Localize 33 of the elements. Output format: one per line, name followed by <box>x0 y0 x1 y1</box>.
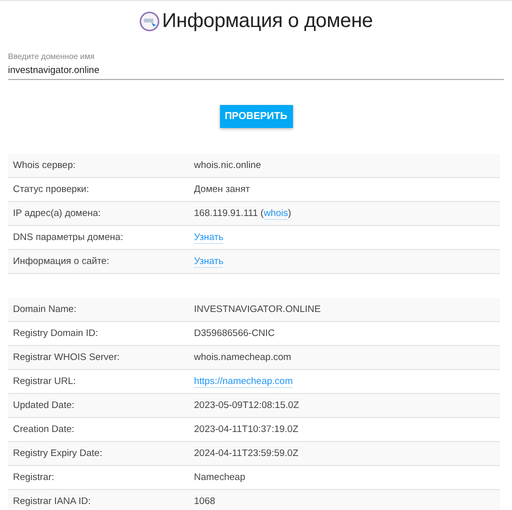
value-text: whois.nic.online <box>194 160 262 171</box>
row-label: Информация о сайте: <box>12 256 110 267</box>
row-label: Whois сервер: <box>12 160 76 171</box>
row-label: Registry Domain ID: <box>12 328 99 339</box>
row-label: Updated Date: <box>12 400 76 411</box>
row-label: Creation Date: <box>12 424 76 435</box>
row-label: Статус проверки: <box>12 184 90 195</box>
row-label: Registrar: <box>12 472 56 483</box>
value-link[interactable]: Узнать <box>194 256 224 268</box>
row-label: Registrar URL: <box>12 376 77 387</box>
value-text: INVESTNAVIGATOR.ONLINE <box>194 304 321 315</box>
value-text: 2023-05-09T12:08:15.0Z <box>194 400 300 411</box>
value-text: 168.119.91.111 (whois) <box>194 208 292 219</box>
value-link[interactable]: Узнать <box>194 232 224 244</box>
row-label: Registrar IANA ID: <box>12 496 92 507</box>
row-label: Registry Expiry Date: <box>12 448 104 459</box>
check-button[interactable]: ПРОВЕРИТЬ <box>220 105 292 128</box>
value-text: Домен занят <box>194 184 250 195</box>
row-label: IP адрес(а) домена: <box>12 208 102 219</box>
row-label: DNS параметры домена: <box>12 232 124 243</box>
domain-input-field[interactable]: investnavigator.online <box>8 65 504 80</box>
value-link[interactable]: https://namecheap.com <box>194 376 293 388</box>
value-text: 2023-04-11T10:37:19.0Z <box>194 424 298 435</box>
value-text: 2024-04-11T23:59:59.0Z <box>194 448 298 459</box>
value-text: Namecheap <box>194 472 246 483</box>
value-text: D359686566-CNIC <box>194 328 275 339</box>
value-text: 1068 <box>194 496 216 507</box>
page-title: Информация о домене <box>162 10 373 32</box>
row-label: Registrar WHOIS Server: <box>12 352 121 363</box>
row-label: Domain Name: <box>12 304 78 315</box>
value-link[interactable]: whois <box>264 208 288 220</box>
field-label: Введите доменное имя <box>8 52 96 61</box>
value-text: whois.namecheap.com <box>194 352 292 363</box>
